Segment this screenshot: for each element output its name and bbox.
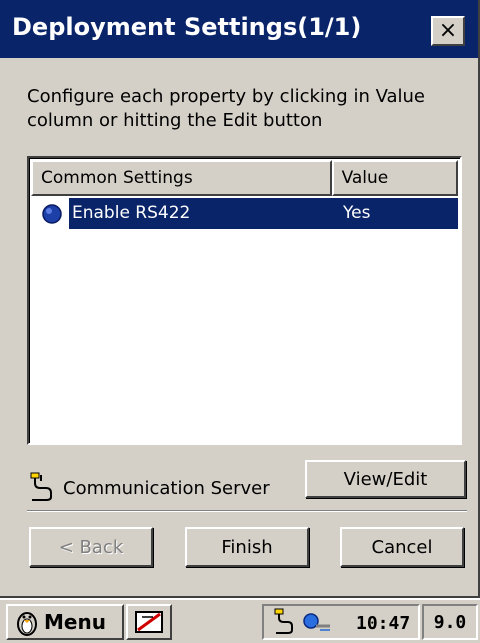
window-title: Deployment Settings(1/1)	[12, 13, 362, 41]
view-edit-button[interactable]: View/Edit	[305, 460, 466, 498]
column-header-value[interactable]: Value	[331, 160, 458, 196]
taskbar: Menu 10:47 9.0	[0, 598, 480, 643]
task-app-button[interactable]	[126, 604, 172, 640]
list-header: Common Settings Value	[31, 160, 458, 196]
title-bar: Deployment Settings(1/1) ×	[0, 0, 478, 58]
back-button[interactable]: < Back	[29, 527, 153, 567]
list-row[interactable]: Enable RS422 Yes	[31, 198, 458, 229]
dialog-separator	[27, 510, 467, 512]
row-setting-name: Enable RS422	[72, 203, 191, 223]
blue-dot-icon	[42, 203, 62, 224]
settings-list[interactable]: Common Settings Value Enable RS422 Yes	[27, 156, 462, 445]
deployment-settings-dialog: Deployment Settings(1/1) × Configure eac…	[0, 0, 480, 598]
finish-button[interactable]: Finish	[185, 527, 309, 567]
network-connection-icon[interactable]	[302, 610, 334, 636]
penguin-icon	[17, 612, 37, 636]
tray-indicator[interactable]: 9.0	[422, 604, 478, 640]
system-tray: 10:47	[262, 604, 420, 640]
serial-cable-tray-icon[interactable]	[274, 608, 298, 636]
start-menu-label: Menu	[44, 610, 106, 634]
instruction-text: Configure each property by clicking in V…	[27, 86, 426, 131]
close-icon: ×	[438, 18, 458, 43]
serial-cable-icon	[30, 472, 52, 501]
column-header-common-settings[interactable]: Common Settings	[31, 160, 332, 196]
communication-server-label: Communication Server	[63, 478, 270, 499]
cancel-button[interactable]: Cancel	[340, 527, 464, 567]
clock[interactable]: 10:47	[356, 613, 410, 634]
disabled-display-icon	[135, 611, 163, 633]
close-button[interactable]: ×	[431, 16, 465, 46]
row-setting-value[interactable]: Yes	[343, 203, 370, 223]
start-menu-button[interactable]: Menu	[6, 604, 124, 640]
